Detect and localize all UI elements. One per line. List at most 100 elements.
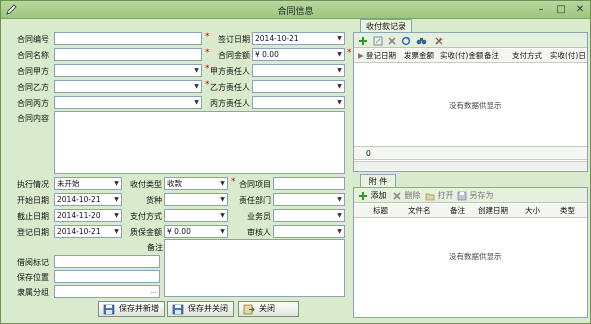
tab-attachments[interactable]: 附 件	[360, 174, 396, 188]
chevron-down-icon[interactable]: ▼	[112, 194, 121, 205]
reg-date-picker[interactable]: 2014-10-21 ▼	[54, 225, 122, 238]
chevron-down-icon[interactable]: ▼	[112, 178, 121, 189]
party-a-select[interactable]: ▼	[54, 64, 202, 77]
col-remarks[interactable]: 备注	[484, 49, 499, 62]
payment-type-select[interactable]: 收款 ▼	[164, 177, 228, 190]
contract-amount-value: ¥ 0.00	[255, 50, 279, 59]
tab-payment-records[interactable]: 收付款记录	[360, 19, 412, 33]
storage-location-input[interactable]	[54, 270, 160, 283]
attach-add-label: 添加	[370, 191, 387, 200]
delete-icon	[393, 191, 401, 200]
warranty-amount-label: 质保金额	[130, 228, 162, 237]
end-date-picker[interactable]: 2014-11-20 ▼	[54, 209, 122, 222]
chevron-down-icon[interactable]: ▼	[335, 49, 344, 60]
col-actual-amount[interactable]: 实收(付)金额	[440, 49, 483, 62]
col-pay-method[interactable]: 支付方式	[512, 49, 542, 62]
attach-save-as-label: 另存为	[469, 191, 494, 200]
warranty-amount-input[interactable]: ¥ 0.00 ▼	[164, 225, 228, 238]
attachments-grid-header: 标题 文件名 备注 创建日期 大小 类型	[354, 204, 587, 218]
warranty-amount-value: ¥ 0.00	[167, 227, 191, 236]
maximize-icon[interactable]: □	[553, 3, 569, 16]
party-c-owner-select[interactable]: ▼	[252, 96, 345, 109]
contract-name-label: 合同名称	[17, 51, 49, 60]
attach-add-button[interactable]: 添加	[358, 190, 387, 201]
start-date-picker[interactable]: 2014-10-21 ▼	[54, 193, 122, 206]
borrow-mark-input[interactable]	[54, 255, 160, 268]
close-button[interactable]: 关闭	[238, 301, 299, 317]
chevron-down-icon[interactable]: ▼	[192, 97, 201, 108]
remarks-textarea[interactable]	[164, 239, 345, 297]
col-type[interactable]: 类型	[560, 204, 575, 217]
contract-name-input[interactable]	[54, 48, 202, 61]
payments-panel: ▶ 登记日期 发票金额 实收(付)金额 备注 支付方式 实收(付)日 没有数据供…	[353, 32, 588, 172]
chevron-down-icon[interactable]: ▼	[218, 194, 227, 205]
col-filename[interactable]: 文件名	[408, 204, 431, 217]
sign-date-picker[interactable]: 2014-10-21 ▼	[252, 32, 345, 45]
group-select[interactable]: …	[54, 285, 160, 298]
contract-no-input[interactable]	[54, 32, 202, 45]
goods-type-select[interactable]: ▼	[164, 193, 228, 206]
row-indicator-icon: ▶	[358, 51, 364, 60]
save-new-button[interactable]: 保存并新增	[98, 301, 165, 317]
party-a-label: 合同甲方	[17, 67, 49, 76]
chevron-down-icon[interactable]: ▼	[112, 226, 121, 237]
party-b-select[interactable]: ▼	[54, 80, 202, 93]
refresh-icon[interactable]	[401, 35, 411, 46]
chevron-down-icon[interactable]: ▼	[192, 81, 201, 92]
close-icon[interactable]: ✕	[572, 3, 588, 16]
add-icon[interactable]	[358, 35, 368, 46]
save-close-button[interactable]: 保存并关闭	[167, 301, 234, 317]
contract-project-input[interactable]	[273, 177, 345, 190]
party-c-select[interactable]: ▼	[54, 96, 202, 109]
attachments-panel: 添加 删除 打开 另存为 标题 文件名 备注 创建日期 大小 类型 没有数据供显…	[353, 187, 588, 318]
chevron-down-icon[interactable]: ▼	[335, 210, 344, 221]
binoculars-icon[interactable]	[416, 35, 427, 46]
title-bar: 合同信息 – □ ✕	[1, 1, 590, 19]
ellipsis-button[interactable]: …	[148, 286, 159, 297]
tools-icon[interactable]	[434, 35, 444, 46]
col-size[interactable]: 大小	[525, 204, 540, 217]
attach-open-button[interactable]: 打开	[425, 190, 454, 201]
chevron-down-icon[interactable]: ▼	[218, 178, 227, 189]
exec-status-select[interactable]: 未开始 ▼	[54, 177, 122, 190]
attach-delete-button[interactable]: 删除	[392, 190, 421, 201]
col-attach-remarks[interactable]: 备注	[450, 204, 465, 217]
content-textarea[interactable]	[54, 111, 345, 174]
party-b-owner-select[interactable]: ▼	[252, 80, 345, 93]
salesperson-select[interactable]: ▼	[273, 209, 345, 222]
pay-method-label: 支付方式	[130, 212, 162, 221]
chevron-down-icon[interactable]: ▼	[218, 226, 227, 237]
chevron-down-icon[interactable]: ▼	[335, 65, 344, 76]
save-new-label: 保存并新增	[119, 304, 159, 313]
party-b-owner-label: 乙方责任人	[210, 83, 250, 92]
minimize-icon[interactable]: –	[533, 3, 549, 16]
group-label: 隶属分组	[17, 288, 49, 297]
col-actual-date[interactable]: 实收(付)日	[550, 49, 586, 62]
chevron-down-icon[interactable]: ▼	[335, 81, 344, 92]
chevron-down-icon[interactable]: ▼	[335, 194, 344, 205]
col-reg-date[interactable]: 登记日期	[366, 49, 396, 62]
chevron-down-icon[interactable]: ▼	[112, 210, 121, 221]
col-created-date[interactable]: 创建日期	[478, 204, 508, 217]
attach-save-as-button[interactable]: 另存为	[457, 190, 494, 201]
payments-horizontal-scrollbar[interactable]	[354, 161, 587, 170]
chevron-down-icon[interactable]: ▼	[335, 97, 344, 108]
col-invoice-amount[interactable]: 发票金额	[404, 49, 434, 62]
party-a-owner-label: 甲方责任人	[210, 67, 250, 76]
required-mark: *	[205, 48, 210, 58]
contract-amount-input[interactable]: ¥ 0.00 ▼	[252, 48, 345, 61]
dept-select[interactable]: ▼	[273, 193, 345, 206]
contract-project-label: 合同项目	[239, 180, 271, 189]
chevron-down-icon[interactable]: ▼	[218, 210, 227, 221]
chevron-down-icon[interactable]: ▼	[335, 226, 344, 237]
chevron-down-icon[interactable]: ▼	[335, 33, 344, 44]
required-mark: *	[347, 48, 352, 58]
contract-no-label: 合同编号	[17, 35, 49, 44]
pay-method-select[interactable]: ▼	[164, 209, 228, 222]
chevron-down-icon[interactable]: ▼	[192, 65, 201, 76]
reviewer-select[interactable]: ▼	[273, 225, 345, 238]
delete-icon[interactable]	[387, 35, 397, 46]
col-title[interactable]: 标题	[373, 204, 388, 217]
edit-icon[interactable]	[373, 35, 383, 46]
party-a-owner-select[interactable]: ▼	[252, 64, 345, 77]
